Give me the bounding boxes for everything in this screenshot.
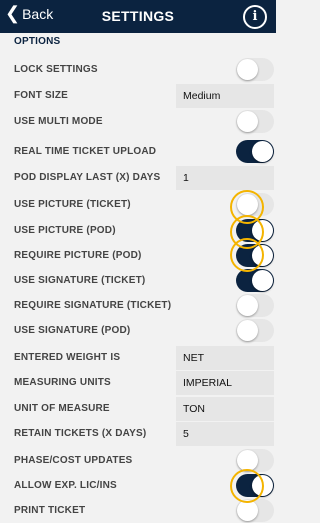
toggle-knob [237,59,258,80]
setting-row: USE SIGNATURE (TICKET) [0,269,276,293]
setting-label: USE PICTURE (POD) [14,225,116,236]
setting-label: PRINT TICKET [14,505,86,516]
setting-label: USE MULTI MODE [14,116,103,127]
setting-label: REAL TIME TICKET UPLOAD [14,146,157,157]
setting-label: MEASURING UNITS [14,377,111,388]
setting-toggle[interactable] [236,58,274,81]
setting-row: USE SIGNATURE (POD) [0,319,276,343]
setting-row: FONT SIZE Medium [0,84,276,108]
setting-row: POD DISPLAY LAST (X) DAYS 1 [0,166,276,190]
setting-toggle[interactable] [236,449,274,472]
toggle-knob [252,220,273,241]
setting-label: USE SIGNATURE (POD) [14,325,131,336]
setting-toggle[interactable] [236,244,274,267]
setting-label: USE SIGNATURE (TICKET) [14,275,146,286]
toggle-knob [252,141,273,162]
setting-row: REAL TIME TICKET UPLOAD [0,140,276,164]
setting-label: PHASE/COST UPDATES [14,455,133,466]
setting-value-field[interactable]: IMPERIAL [176,371,274,395]
toggle-knob [252,245,273,266]
setting-toggle[interactable] [236,140,274,163]
setting-label: LOCK SETTINGS [14,64,98,75]
setting-label: REQUIRE PICTURE (POD) [14,250,142,261]
setting-row: REQUIRE SIGNATURE (TICKET) [0,294,276,318]
setting-toggle[interactable] [236,110,274,133]
toggle-knob [252,475,273,496]
setting-toggle[interactable] [236,219,274,242]
setting-toggle[interactable] [236,319,274,342]
setting-row: MEASURING UNITS IMPERIAL [0,371,276,395]
setting-label: REQUIRE SIGNATURE (TICKET) [14,300,172,311]
setting-label: ALLOW EXP. LIC/INS [14,480,117,491]
setting-label: USE PICTURE (TICKET) [14,199,131,210]
setting-row: USE PICTURE (POD) [0,219,276,243]
setting-label: ENTERED WEIGHT IS [14,352,121,363]
setting-value-field[interactable]: TON [176,397,274,421]
setting-row: USE PICTURE (TICKET) [0,193,276,217]
setting-value-field[interactable]: Medium [176,84,274,108]
setting-value-field[interactable]: NET [176,346,274,370]
setting-toggle[interactable] [236,499,274,522]
setting-label: UNIT OF MEASURE [14,403,110,414]
setting-row: UNIT OF MEASURE TON [0,397,276,421]
toggle-knob [237,295,258,316]
toggle-knob [237,500,258,521]
setting-value-field[interactable]: 1 [176,166,274,190]
setting-label: RETAIN TICKETS (X DAYS) [14,428,147,439]
setting-toggle[interactable] [236,193,274,216]
toggle-knob [237,194,258,215]
setting-label: FONT SIZE [14,90,69,101]
setting-toggle[interactable] [236,269,274,292]
setting-toggle[interactable] [236,474,274,497]
page-title: SETTINGS [101,8,175,24]
setting-row: PRINT TICKET [0,499,276,523]
info-icon[interactable]: i [243,5,267,29]
toggle-knob [237,320,258,341]
setting-row: PHASE/COST UPDATES [0,449,276,473]
toggle-knob [237,450,258,471]
setting-toggle[interactable] [236,294,274,317]
setting-row: USE MULTI MODE [0,110,276,134]
setting-value-field[interactable]: 5 [176,422,274,446]
setting-row: RETAIN TICKETS (X DAYS) 5 [0,422,276,446]
section-options-label: OPTIONS [14,36,61,47]
setting-row: ALLOW EXP. LIC/INS [0,474,276,498]
setting-row: LOCK SETTINGS [0,58,276,82]
toggle-knob [237,111,258,132]
toggle-knob [252,270,273,291]
setting-row: REQUIRE PICTURE (POD) [0,244,276,268]
setting-label: POD DISPLAY LAST (X) DAYS [14,172,161,183]
header-bar: ❮ Back SETTINGS i [0,0,276,33]
setting-row: ENTERED WEIGHT IS NET [0,346,276,370]
